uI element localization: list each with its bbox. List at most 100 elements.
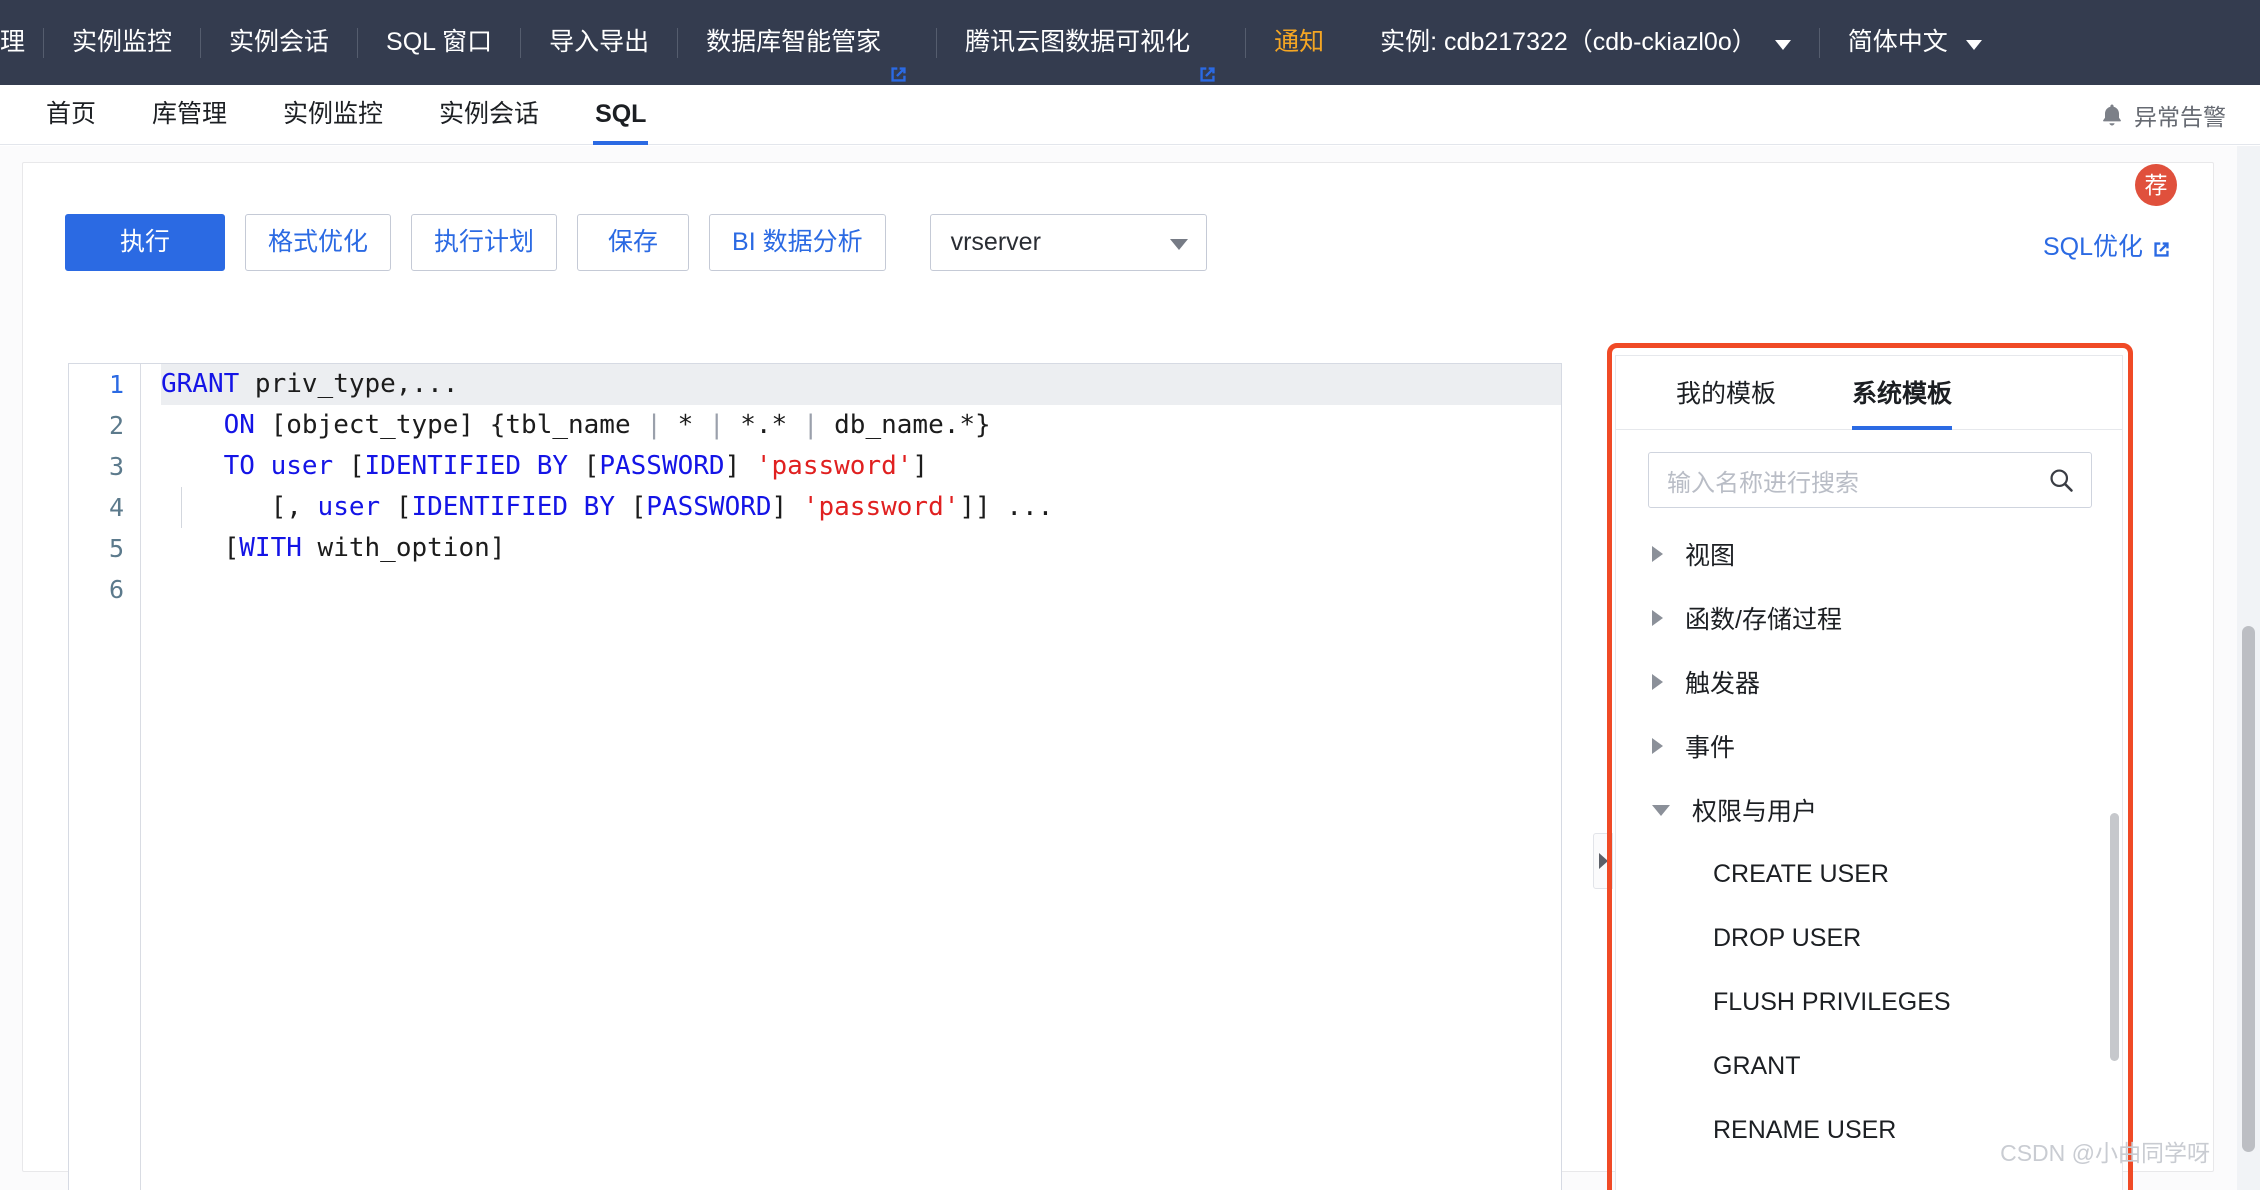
- nav-tab-首页[interactable]: 首页: [18, 85, 124, 145]
- code-line[interactable]: TO user [IDENTIFIED BY [PASSWORD] 'passw…: [161, 446, 1561, 487]
- tree-leaf-DROP USER[interactable]: DROP USER: [1616, 906, 2122, 970]
- chevron-down-icon[interactable]: [1652, 804, 1670, 816]
- csdn-watermark: CSDN @小曲同学呀: [2000, 1140, 2210, 1166]
- code-line[interactable]: GRANT priv_type,...: [161, 364, 1561, 405]
- page-scrollbar-thumb[interactable]: [2242, 626, 2255, 1152]
- line-number: 6: [108, 575, 124, 604]
- code-line[interactable]: [161, 569, 1561, 610]
- code-line[interactable]: ON [object_type] {tbl_name | * | *.* | d…: [161, 405, 1561, 446]
- top-nav-item-label: 腾讯云图数据可视化: [965, 28, 1191, 56]
- toolbar-button-保存[interactable]: 保存: [577, 214, 690, 271]
- template-search-placeholder: 输入名称进行搜索: [1667, 469, 1859, 497]
- nav-tab-实例监控[interactable]: 实例监控: [255, 85, 411, 145]
- instance-selector[interactable]: 实例: cdb217322（cdb-ckiazl0o）: [1352, 0, 1819, 85]
- tree-leaf-label: RENAME USER: [1713, 1115, 1897, 1144]
- tree-node-事件[interactable]: 事件: [1616, 714, 2122, 778]
- indent-guide: [181, 487, 182, 528]
- toolbar-button-执行计划[interactable]: 执行计划: [411, 214, 558, 271]
- nav-tab-SQL[interactable]: SQL: [567, 85, 674, 145]
- code-token: db_name.*}: [818, 410, 991, 440]
- search-icon[interactable]: [2047, 466, 2075, 494]
- nav-tab-label: SQL: [595, 99, 647, 128]
- chevron-right-icon[interactable]: [1652, 738, 1663, 754]
- alarm-label: 异常告警: [2134, 103, 2226, 130]
- external-link-icon: [2152, 237, 2171, 257]
- toolbar-button-label: 执行: [119, 228, 170, 256]
- code-token: [object_type] {tbl_name: [254, 410, 647, 440]
- toolbar-button-label: BI 数据分析: [732, 228, 863, 256]
- toolbar-button-label: 保存: [608, 228, 659, 256]
- top-nav-item-label: 数据库智能管家: [706, 28, 882, 56]
- tree-leaf-CREATE USER[interactable]: CREATE USER: [1616, 842, 2122, 906]
- top-nav-item[interactable]: 数据库智能管家: [678, 0, 936, 85]
- template-panel-scrollbar[interactable]: [2110, 813, 2119, 1061]
- toolbar-button-BI 数据分析[interactable]: BI 数据分析: [709, 214, 886, 271]
- tree-leaf-label: CREATE USER: [1713, 859, 1889, 888]
- notice-label: 通知: [1274, 28, 1325, 56]
- top-nav-item[interactable]: 实例监控: [44, 0, 200, 85]
- tree-leaf-label: FLUSH PRIVILEGES: [1713, 987, 1951, 1016]
- template-tab-我的模板[interactable]: 我的模板: [1676, 356, 1776, 430]
- toolbar-button-执行[interactable]: 执行: [65, 214, 225, 271]
- tree-leaf-GRANT[interactable]: GRANT: [1616, 1034, 2122, 1098]
- template-panel: 我的模板 系统模板 输入名称进行搜索 视图函数/存储过程 触发器事件权限与用户 CRE…: [1615, 355, 2123, 1190]
- tree-leaf-label: GRANT: [1713, 1051, 1801, 1080]
- nav-tab-label: 首页: [46, 99, 97, 128]
- code-token: WITH: [239, 533, 302, 563]
- nav-tab-label: 库管理: [152, 99, 228, 128]
- tree-node-触发器[interactable]: 触发器: [1616, 650, 2122, 714]
- database-select[interactable]: vrserver: [929, 214, 1207, 271]
- bell-icon: [2101, 103, 2123, 127]
- chevron-right-icon: [1598, 853, 1608, 869]
- template-tab-label: 我的模板: [1676, 379, 1777, 408]
- code-token: |: [708, 410, 725, 440]
- code-line[interactable]: [WITH with_option]: [161, 528, 1561, 569]
- line-number: 5: [108, 534, 124, 563]
- code-token: [: [568, 451, 600, 481]
- tree-node-label: 视图: [1685, 542, 1736, 570]
- line-number: 3: [108, 452, 124, 481]
- external-link-icon: [889, 34, 908, 82]
- tree-node-权限与用户[interactable]: 权限与用户: [1616, 778, 2122, 842]
- alarm-button[interactable]: 异常告警: [2101, 98, 2226, 132]
- panel-collapse-handle[interactable]: [1593, 833, 1613, 889]
- tree-node-函数/存储过程[interactable]: 函数/存储过程: [1616, 586, 2122, 650]
- code-token: |: [646, 410, 662, 440]
- toolbar-button-格式优化[interactable]: 格式优化: [245, 214, 392, 271]
- top-nav-item[interactable]: 导入导出: [521, 0, 677, 85]
- code-line[interactable]: [, user [IDENTIFIED BY [PASSWORD] 'passw…: [161, 487, 1561, 528]
- code-token: IDENTIFIED BY: [411, 492, 615, 522]
- top-nav-item[interactable]: 腾讯云图数据可视化: [937, 0, 1245, 85]
- chevron-right-icon[interactable]: [1652, 546, 1663, 562]
- top-nav-item[interactable]: 实例会话: [201, 0, 357, 85]
- editor-gutter: 1 2 3 4 5 6: [69, 364, 141, 1190]
- chevron-right-icon[interactable]: [1652, 674, 1663, 690]
- template-tab-系统模板[interactable]: 系统模板: [1852, 356, 1953, 430]
- code-token: ]: [724, 451, 756, 481]
- page-scrollbar-track[interactable]: [2237, 146, 2260, 1190]
- language-selector[interactable]: 简体中文: [1820, 0, 2010, 85]
- toolbar-button-label: 格式优化: [268, 228, 369, 256]
- template-tab-label: 系统模板: [1852, 379, 1953, 408]
- code-token: priv_type,...: [239, 369, 459, 399]
- tree-node-label: 事件: [1685, 734, 1736, 762]
- tree-leaf-FLUSH PRIVILEGES[interactable]: FLUSH PRIVILEGES: [1616, 970, 2122, 1034]
- top-nav-item-label: 实例监控: [72, 28, 173, 56]
- code-token: [: [161, 533, 240, 563]
- chevron-right-icon[interactable]: [1652, 610, 1663, 626]
- top-nav-item[interactable]: 理: [0, 0, 43, 85]
- notice-link[interactable]: 通知: [1246, 0, 1352, 85]
- sql-code-editor[interactable]: 1 2 3 4 5 6 GRANT priv_type,... ON [object_ty…: [68, 363, 1562, 1190]
- sql-optimize-link[interactable]: SQL优化: [2043, 227, 2171, 263]
- code-token: with_option]: [301, 533, 506, 563]
- nav-tab-库管理[interactable]: 库管理: [124, 85, 255, 145]
- chevron-down-icon: [1169, 239, 1188, 250]
- language-label: 简体中文: [1847, 28, 1948, 56]
- nav-tab-实例会话[interactable]: 实例会话: [411, 85, 567, 145]
- database-select-value: vrserver: [950, 228, 1041, 256]
- template-search-box[interactable]: 输入名称进行搜索: [1648, 452, 2092, 508]
- editor-code-area[interactable]: GRANT priv_type,... ON [object_type] {tb…: [141, 364, 1561, 1190]
- tree-node-视图[interactable]: 视图: [1616, 522, 2122, 586]
- external-link-icon: [1198, 34, 1217, 82]
- top-nav-item[interactable]: SQL 窗口: [358, 0, 520, 85]
